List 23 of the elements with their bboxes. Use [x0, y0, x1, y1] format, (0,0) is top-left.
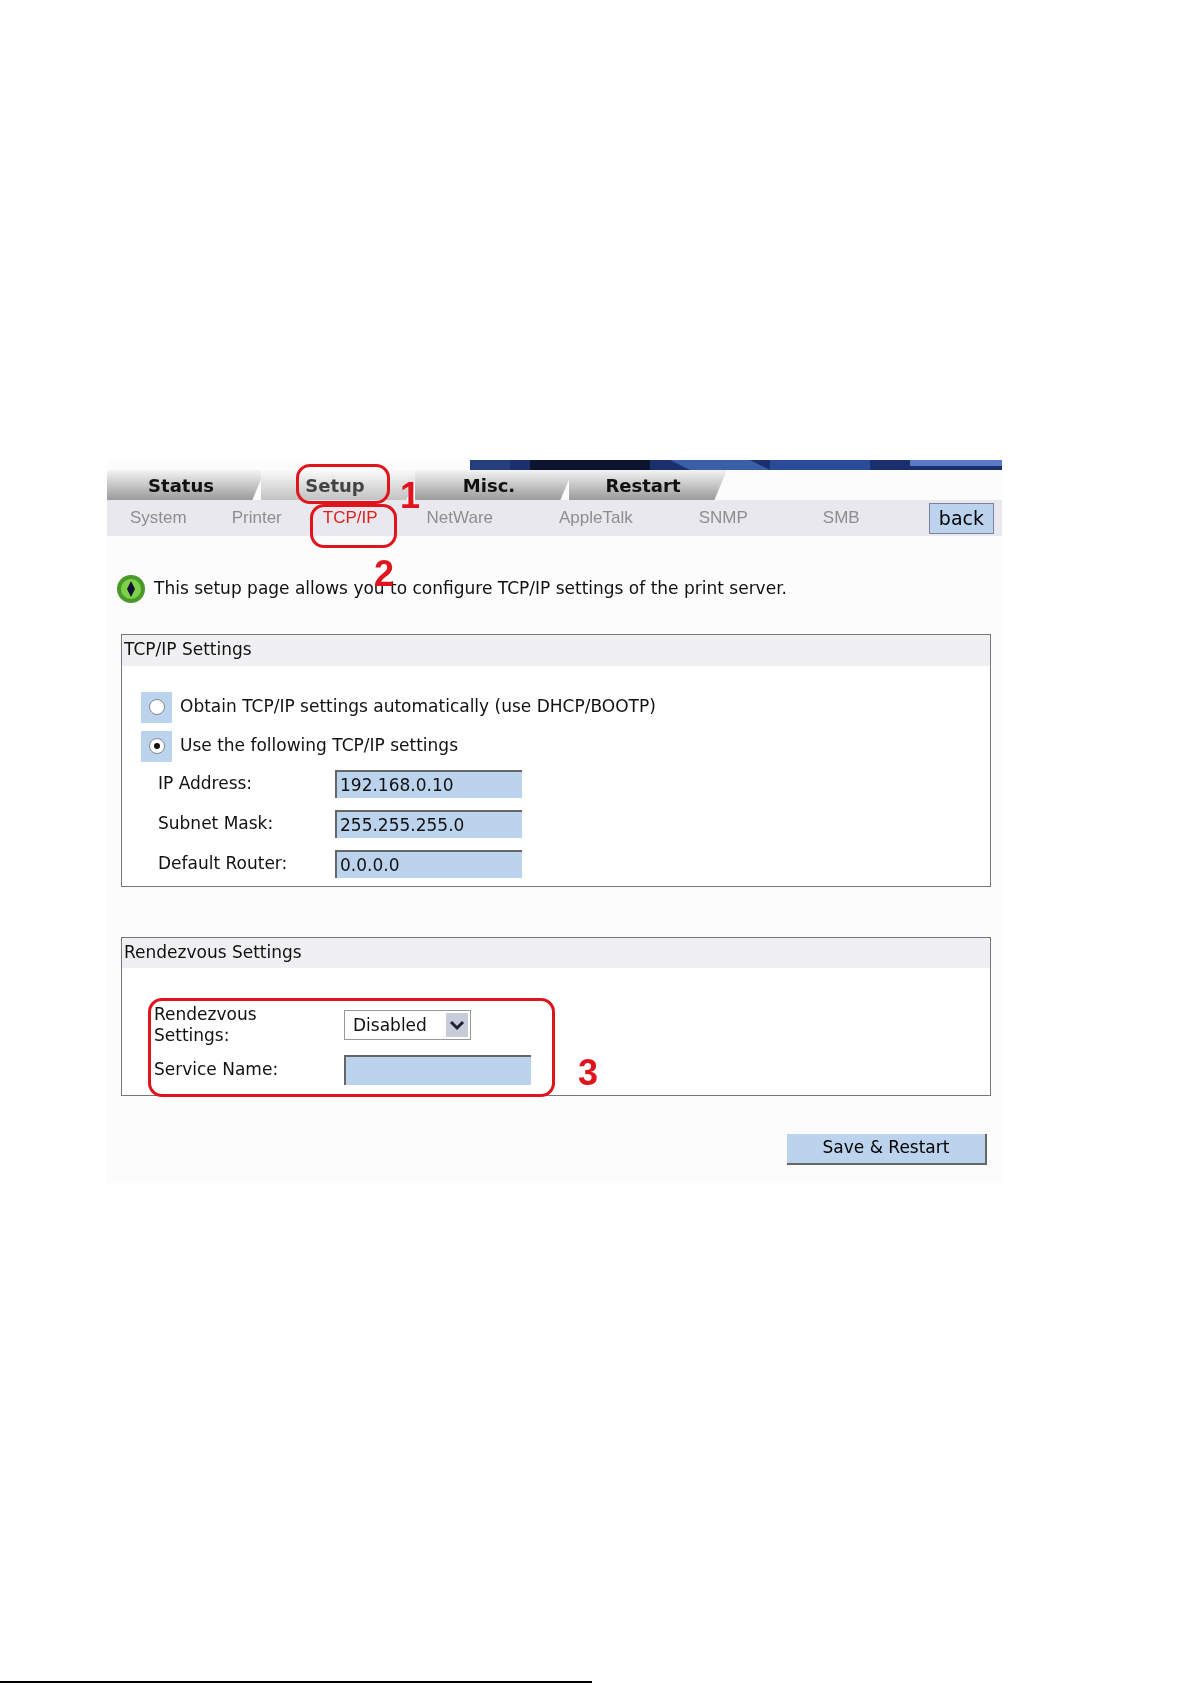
option-label: Use the following TCP/IP settings — [180, 734, 458, 758]
dropdown[interactable]: Disabled — [344, 1010, 471, 1041]
input-field[interactable]: 255.255.255.0 — [335, 809, 522, 838]
field-label: Subnet Mask: — [158, 811, 275, 835]
radio-button[interactable] — [148, 738, 165, 754]
input-field[interactable]: 0.0.0.0 — [335, 849, 522, 878]
back-button[interactable]: back — [928, 502, 994, 534]
annotation-number: 3 — [578, 1055, 599, 1091]
section-title: TCP/IP Settings — [122, 635, 990, 666]
radio-button[interactable] — [148, 699, 165, 715]
tab[interactable]: TCP/IP — [322, 505, 378, 531]
info-icon — [116, 574, 146, 604]
tab[interactable]: Restart — [569, 470, 727, 500]
field-label: Rendezvous Settings: — [154, 1004, 258, 1047]
caret-icon — [446, 1013, 468, 1038]
field-label: Default Router: — [158, 851, 289, 875]
section-title: Rendezvous Settings — [122, 937, 990, 968]
field-label: Service Name: — [154, 1057, 280, 1081]
input-field[interactable]: 192.168.0.10 — [335, 769, 522, 798]
save-button[interactable]: Save & Restart — [787, 1133, 987, 1165]
input-field[interactable] — [344, 1054, 531, 1085]
field-label: IP Address: — [158, 771, 254, 795]
option-label: Obtain TCP/IP settings automatically (use DHCP/BOOTP) — [180, 695, 656, 719]
